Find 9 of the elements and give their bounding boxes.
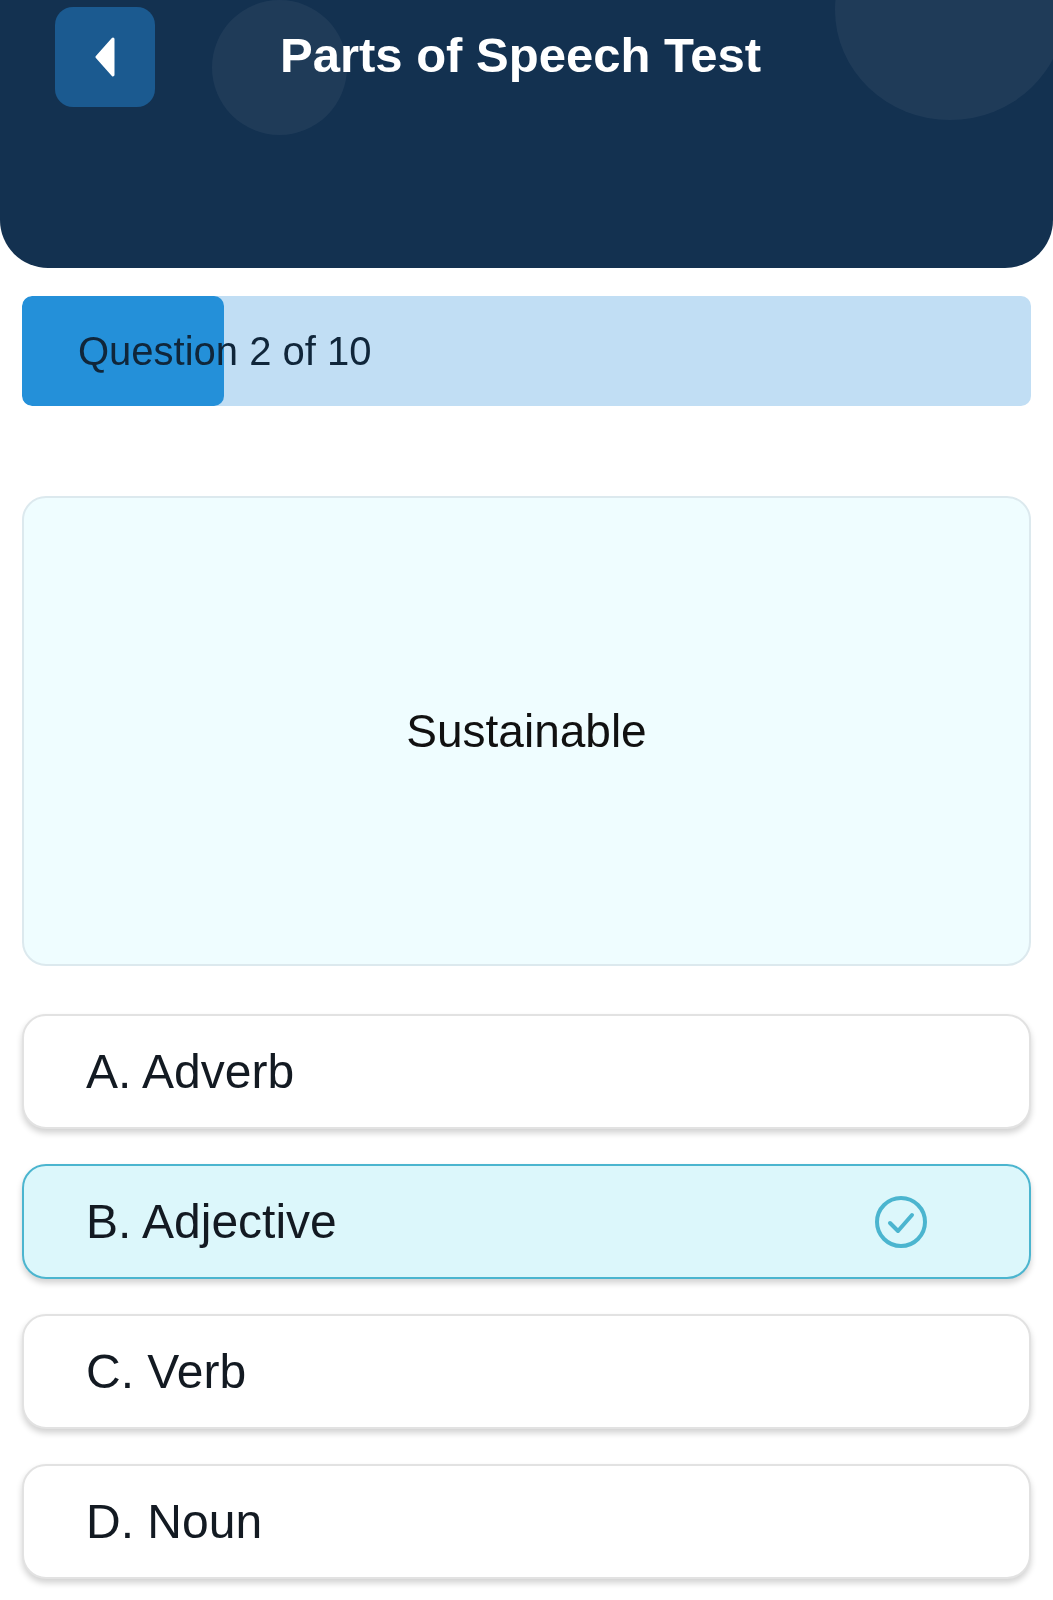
question-word: Sustainable: [406, 704, 647, 758]
back-arrow-icon: [93, 37, 117, 77]
page-title: Parts of Speech Test: [280, 27, 762, 83]
answer-option[interactable]: D. Noun: [22, 1464, 1031, 1579]
answer-option[interactable]: A. Adverb: [22, 1014, 1031, 1129]
back-button[interactable]: [55, 7, 155, 107]
answer-option[interactable]: B. Adjective: [22, 1164, 1031, 1279]
check-circle-icon: [873, 1193, 929, 1250]
answer-option[interactable]: C. Verb: [22, 1314, 1031, 1429]
